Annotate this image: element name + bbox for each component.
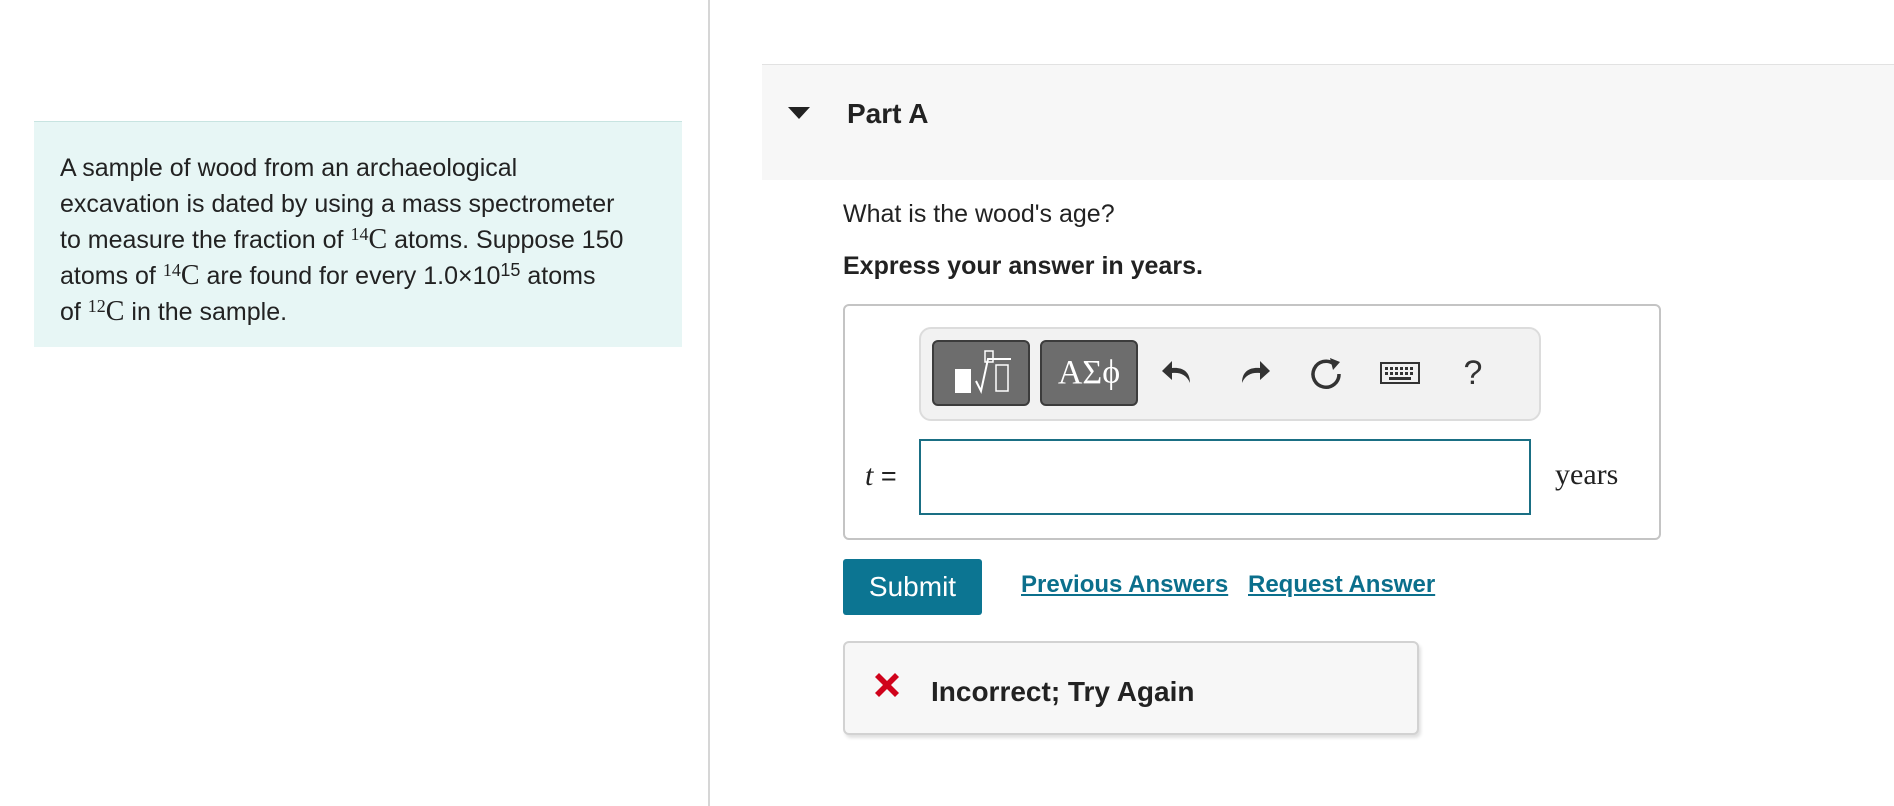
problem-line-1: A sample of wood from an archaeological [60, 154, 518, 182]
unit-label: years [1555, 458, 1619, 491]
part-a-header[interactable]: Part A [762, 64, 1894, 180]
submit-button[interactable]: Submit [843, 559, 982, 615]
problem-line-4: atoms of 14C are found for every 1.0×101… [60, 260, 596, 291]
part-title: Part A [847, 98, 929, 129]
question-text: What is the wood's age? [843, 200, 1115, 228]
instruction-text: Express your answer in years. [843, 252, 1203, 280]
variable-label: t = [865, 459, 897, 492]
keyboard-icon[interactable] [1378, 351, 1422, 395]
request-answer-link[interactable]: Request Answer [1248, 571, 1435, 599]
problem-line-5: of 12C in the sample. [60, 296, 288, 327]
symbols-icon: ΑΣϕ [1057, 354, 1121, 391]
redo-icon[interactable] [1232, 351, 1276, 395]
reset-icon[interactable] [1304, 351, 1348, 395]
symbols-button[interactable]: ΑΣϕ [1040, 340, 1138, 406]
panel-divider [708, 0, 710, 806]
help-icon[interactable]: ? [1451, 351, 1495, 395]
math-toolbar: ΑΣϕ ? [919, 327, 1541, 421]
answer-box: ΑΣϕ ? t = years [843, 304, 1661, 540]
answer-input[interactable] [919, 439, 1531, 515]
x-icon [875, 673, 899, 697]
collapse-caret-icon[interactable] [788, 107, 810, 119]
undo-icon[interactable] [1156, 351, 1200, 395]
feedback-box: Incorrect; Try Again [843, 641, 1419, 735]
problem-line-2: excavation is dated by using a mass spec… [60, 190, 615, 218]
problem-statement: A sample of wood from an archaeological … [34, 121, 682, 347]
templates-icon [955, 350, 1011, 394]
templates-button[interactable] [932, 340, 1030, 406]
problem-line-3: to measure the fraction of 14C atoms. Su… [60, 224, 624, 255]
feedback-text: Incorrect; Try Again [931, 676, 1195, 707]
previous-answers-link[interactable]: Previous Answers [1021, 571, 1228, 599]
